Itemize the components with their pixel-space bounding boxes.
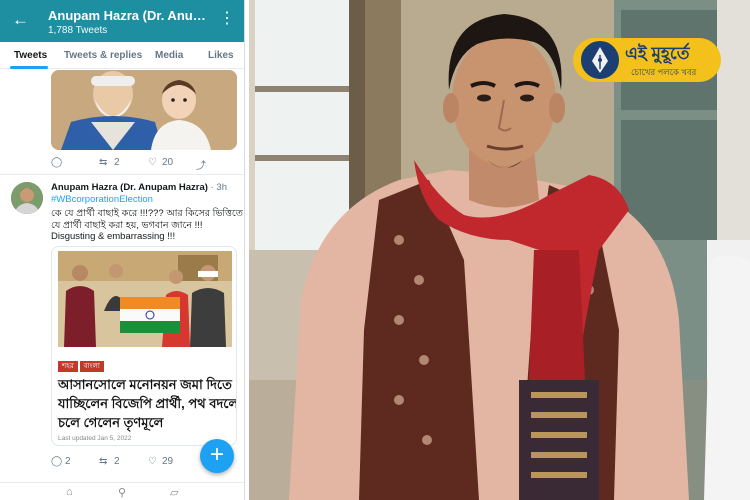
tab-tweets-and-replies[interactable]: Tweets & replies xyxy=(64,50,142,61)
channel-logo: এই মুহূর্তে চোখের পলকে খবর xyxy=(573,36,721,84)
back-arrow-icon[interactable]: ← xyxy=(12,11,29,28)
tweet-time: · 3h xyxy=(210,182,227,193)
profile-app-bar: ← Anupam Hazra (Dr. Anupa… 1,788 Tweets … xyxy=(0,0,244,42)
reply-icon[interactable]: ◯ xyxy=(51,157,62,168)
tab-likes[interactable]: Likes xyxy=(208,50,234,61)
search-icon[interactable]: ⚲ xyxy=(118,486,126,499)
share-icon[interactable]: ⤴ xyxy=(196,157,206,172)
tweet-divider xyxy=(0,174,244,175)
retweet-icon[interactable]: ⇆ xyxy=(99,456,107,467)
tweet-1-actions: ◯ ⇆ 2 ♡ 20 ⤴ xyxy=(51,157,231,172)
retweet-count: 2 xyxy=(114,456,120,467)
hashtag-link[interactable]: #WBcorporationElection xyxy=(51,194,153,205)
tweet-author[interactable]: Anupam Hazra (Dr. Anupam Hazra) xyxy=(51,182,208,193)
pen-nib-icon xyxy=(579,39,621,81)
headline-line: চলে গেলেন তৃণমূলে xyxy=(58,415,164,430)
like-icon[interactable]: ♡ xyxy=(148,157,157,168)
like-count: 20 xyxy=(162,157,174,168)
headline-line: আসানসোলে মনোনয়ন জমা দিতে xyxy=(58,377,232,392)
tab-tweets[interactable]: Tweets xyxy=(14,50,47,61)
reply-icon[interactable]: ◯ xyxy=(51,456,62,467)
twitter-profile-screenshot: ← Anupam Hazra (Dr. Anupa… 1,788 Tweets … xyxy=(0,0,245,500)
like-count: 29 xyxy=(162,456,174,467)
tweet-image[interactable] xyxy=(51,70,237,150)
headline-line: যাচ্ছিলেন বিজেপি প্রার্থী, পথ বদলে xyxy=(58,396,237,411)
tweet-text-line: Disgusting & embarrassing !!! xyxy=(51,231,176,242)
news-tag: বাংলা xyxy=(79,361,104,372)
avatar[interactable] xyxy=(11,182,43,214)
news-link-card[interactable]: শহর বাংলা আসানসোলে মনোনয়ন জমা দিতে যাচ্ছ… xyxy=(51,246,237,446)
logo-tagline: চোখের পলকে খবর xyxy=(631,67,697,77)
news-tags: শহর বাংলা xyxy=(58,355,106,372)
profile-tabs: Tweets Tweets & replies Media Likes xyxy=(0,42,244,69)
tab-media[interactable]: Media xyxy=(155,50,183,61)
active-tab-indicator xyxy=(10,66,48,69)
reply-count: 2 xyxy=(65,456,71,467)
news-headline: আসানসোলে মনোনয়ন জমা দিতে যাচ্ছিলেন বিজে… xyxy=(58,375,237,432)
compose-tweet-button[interactable]: + xyxy=(200,439,234,473)
more-options-icon[interactable]: ⋮ xyxy=(219,11,235,27)
logo-title: এই মুহূর্তে xyxy=(625,44,690,63)
retweet-count: 2 xyxy=(114,157,120,168)
home-icon[interactable]: ⌂ xyxy=(66,486,73,498)
tweet-header: Anupam Hazra (Dr. Anupam Hazra) · 3h xyxy=(51,182,241,193)
news-photo xyxy=(58,251,232,347)
bottom-nav-bar: ⌂ ⚲ ▱ xyxy=(0,482,244,500)
tweet-count: 1,788 Tweets xyxy=(48,25,108,36)
retweet-icon[interactable]: ⇆ xyxy=(99,157,107,168)
like-icon[interactable]: ♡ xyxy=(148,456,157,467)
news-updated-date: Last updated Jan 5, 2022 xyxy=(58,435,132,442)
news-tag: শহর xyxy=(58,361,78,372)
profile-name: Anupam Hazra (Dr. Anupa… xyxy=(48,8,213,23)
notifications-icon[interactable]: ▱ xyxy=(170,486,178,499)
